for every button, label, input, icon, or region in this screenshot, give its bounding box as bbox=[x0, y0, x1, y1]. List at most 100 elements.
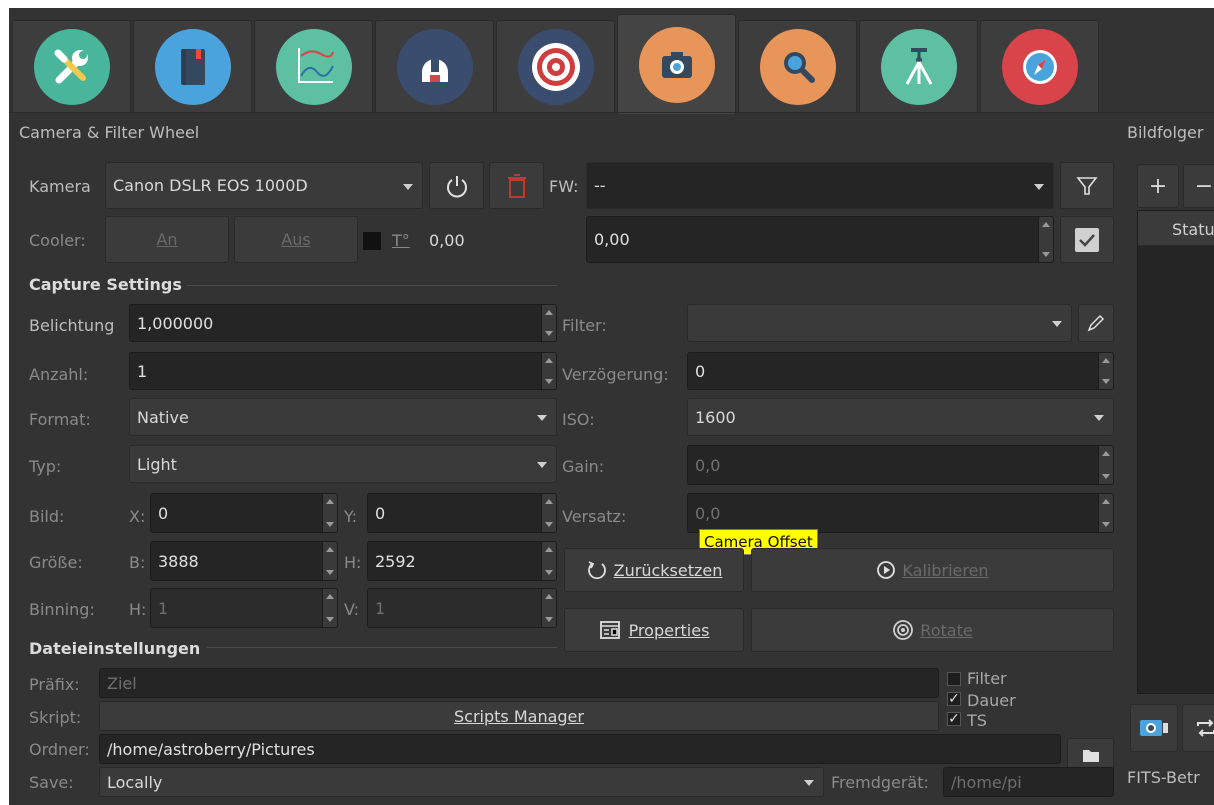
save-location-value: Locally bbox=[107, 772, 163, 792]
properties-button[interactable]: Properties bbox=[564, 608, 744, 652]
reset-label: Zurücksetzen bbox=[613, 560, 723, 580]
filter-name-checkbox[interactable] bbox=[947, 672, 961, 686]
binning-v-input[interactable]: 1 bbox=[367, 588, 557, 628]
plus-icon: + bbox=[1148, 173, 1168, 199]
wrench-screwdriver-icon bbox=[33, 29, 110, 105]
frame-x-value: 0 bbox=[158, 503, 169, 523]
reset-button[interactable]: Zurücksetzen bbox=[564, 548, 744, 592]
spinbox-arrows[interactable] bbox=[322, 542, 337, 580]
frame-x-input[interactable]: 0 bbox=[150, 493, 338, 533]
dome-icon bbox=[396, 29, 473, 105]
y-label: Y: bbox=[344, 507, 358, 526]
iso-value: 1600 bbox=[695, 407, 736, 427]
properties-label: Properties bbox=[628, 620, 710, 640]
offset-value: 0,0 bbox=[695, 503, 721, 523]
spinbox-arrows[interactable] bbox=[541, 542, 556, 580]
cooler-on-label: An bbox=[156, 230, 178, 249]
set-temperature-button[interactable] bbox=[1060, 216, 1114, 263]
spinbox-arrows[interactable] bbox=[541, 494, 556, 532]
frame-type-select[interactable]: Light bbox=[129, 445, 557, 483]
calibrate-button[interactable]: Kalibrieren bbox=[751, 548, 1114, 592]
folder-input[interactable]: /home/astroberry/Pictures bbox=[99, 734, 1061, 764]
format-select[interactable]: Native bbox=[129, 398, 557, 436]
filter-settings-button[interactable] bbox=[1060, 162, 1114, 209]
spinbox-arrows[interactable] bbox=[541, 305, 556, 341]
scripts-manager-label: Scripts Manager bbox=[454, 706, 584, 726]
filter-select[interactable] bbox=[687, 304, 1072, 342]
tab-observatory[interactable] bbox=[375, 20, 494, 113]
loop-button[interactable] bbox=[1182, 704, 1214, 752]
chevron-down-icon bbox=[1052, 321, 1062, 327]
spinbox-arrows[interactable] bbox=[541, 589, 556, 627]
save-location-select[interactable]: Locally bbox=[99, 767, 824, 797]
spinbox-arrows[interactable] bbox=[1098, 494, 1113, 532]
edit-filters-button[interactable] bbox=[1078, 304, 1114, 342]
tab-scheduler[interactable] bbox=[133, 20, 252, 113]
size-label: Größe: bbox=[29, 553, 83, 572]
remove-job-button[interactable]: − bbox=[1183, 164, 1214, 208]
chevron-down-icon bbox=[1034, 183, 1044, 190]
live-video-button[interactable] bbox=[1130, 704, 1178, 752]
gain-input[interactable]: 0,0 bbox=[687, 445, 1114, 485]
frame-type-value: Light bbox=[137, 454, 177, 474]
x-label: X: bbox=[129, 507, 146, 526]
spinbox-arrows[interactable] bbox=[1038, 217, 1053, 262]
spinbox-arrows[interactable] bbox=[1098, 446, 1113, 484]
offset-input[interactable]: 0,0 bbox=[687, 493, 1114, 533]
checkmark-icon bbox=[1075, 227, 1099, 252]
separator bbox=[187, 285, 557, 286]
binning-h-value: 1 bbox=[158, 598, 169, 618]
duration-checkbox-label: Dauer bbox=[967, 691, 1016, 710]
camera-remove-button[interactable] bbox=[489, 162, 544, 209]
timestamp-checkbox[interactable]: ✓ bbox=[947, 712, 961, 726]
delay-input[interactable]: 0 bbox=[687, 352, 1114, 390]
camera-select[interactable]: Canon DSLR EOS 1000D bbox=[105, 162, 423, 209]
frame-height-input[interactable]: 2592 bbox=[367, 541, 557, 581]
power-icon bbox=[446, 175, 467, 197]
filter-name-checkbox-label: Filter bbox=[967, 669, 1007, 688]
remote-directory-input[interactable]: /home/pi bbox=[943, 767, 1114, 797]
tab-align[interactable] bbox=[496, 20, 615, 113]
rotate-button[interactable]: Rotate bbox=[751, 608, 1114, 652]
chevron-down-icon bbox=[804, 780, 814, 786]
cooler-setpoint-input[interactable]: 0,00 bbox=[586, 216, 1054, 263]
target-icon bbox=[517, 29, 594, 105]
duration-checkbox[interactable]: ✓ bbox=[947, 692, 961, 706]
tab-focus[interactable] bbox=[738, 20, 857, 113]
frame-width-input[interactable]: 3888 bbox=[150, 541, 338, 581]
loop-icon bbox=[1197, 719, 1214, 737]
filter-label: Filter: bbox=[562, 316, 607, 335]
iso-select[interactable]: 1600 bbox=[687, 398, 1114, 436]
frame-y-input[interactable]: 0 bbox=[367, 493, 557, 533]
exposure-input[interactable]: 1,000000 bbox=[129, 304, 557, 342]
status-column-header[interactable]: Statu bbox=[1172, 220, 1214, 239]
frame-width-value: 3888 bbox=[158, 551, 199, 571]
tab-guide[interactable] bbox=[980, 20, 1099, 113]
cooler-on-button[interactable]: An bbox=[105, 216, 229, 263]
cooler-checkbox[interactable] bbox=[363, 232, 381, 250]
prefix-input[interactable]: Ziel bbox=[99, 668, 939, 698]
gain-label: Gain: bbox=[562, 457, 605, 476]
cooler-off-label: Aus bbox=[281, 230, 311, 249]
tab-mount[interactable] bbox=[859, 20, 978, 113]
gain-value: 0,0 bbox=[695, 455, 721, 475]
spinbox-arrows[interactable] bbox=[1098, 353, 1113, 389]
binning-h-input[interactable]: 1 bbox=[150, 588, 338, 628]
add-job-button[interactable]: + bbox=[1137, 164, 1179, 208]
cooler-off-button[interactable]: Aus bbox=[234, 216, 358, 263]
funnel-icon bbox=[1076, 176, 1098, 195]
job-queue-table[interactable]: Statu bbox=[1137, 210, 1214, 694]
camera-connect-button[interactable] bbox=[429, 162, 484, 209]
tab-setup[interactable] bbox=[12, 20, 131, 113]
count-input[interactable]: 1 bbox=[129, 352, 557, 390]
filter-wheel-select[interactable]: -- bbox=[586, 162, 1054, 209]
magnifier-icon bbox=[759, 29, 836, 105]
spinbox-arrows[interactable] bbox=[322, 494, 337, 532]
spinbox-arrows[interactable] bbox=[322, 589, 337, 627]
scripts-manager-button[interactable]: Scripts Manager bbox=[99, 701, 939, 731]
folder-icon bbox=[1082, 750, 1099, 762]
tab-analyze[interactable] bbox=[254, 20, 373, 113]
spinbox-arrows[interactable] bbox=[541, 353, 556, 389]
trash-icon bbox=[507, 173, 526, 198]
tab-capture[interactable] bbox=[617, 14, 736, 114]
